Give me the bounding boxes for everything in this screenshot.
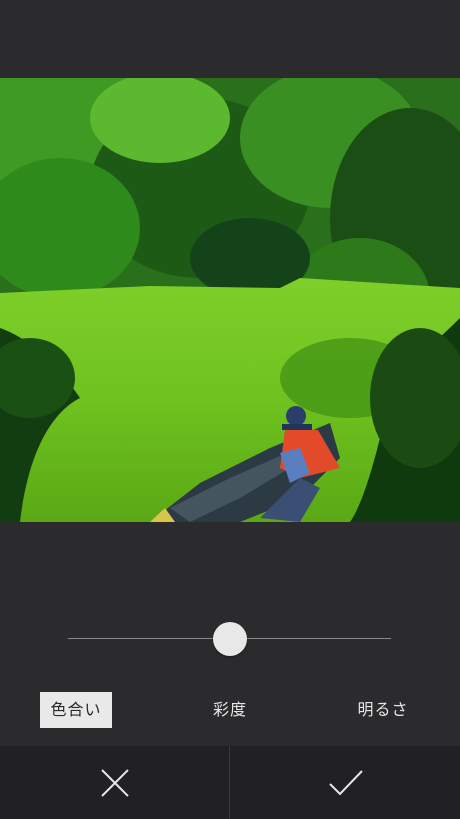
- photo-editor-screen: 色合い 彩度 明るさ: [0, 0, 460, 819]
- bottom-action-bar: [0, 746, 460, 819]
- divider: [229, 746, 230, 819]
- photo-image: [0, 78, 460, 522]
- tab-brightness[interactable]: 明るさ: [347, 692, 419, 728]
- cancel-button[interactable]: [0, 746, 229, 819]
- slider-thumb[interactable]: [212, 622, 247, 656]
- close-icon: [100, 768, 129, 797]
- tab-saturation[interactable]: 彩度: [194, 692, 266, 728]
- adjustment-slider[interactable]: [68, 620, 391, 658]
- adjustment-tabs: 色合い 彩度 明るさ: [0, 692, 460, 730]
- confirm-button[interactable]: [231, 746, 460, 819]
- tab-hue[interactable]: 色合い: [40, 692, 112, 728]
- check-icon: [328, 769, 363, 795]
- photo-preview: [0, 78, 460, 522]
